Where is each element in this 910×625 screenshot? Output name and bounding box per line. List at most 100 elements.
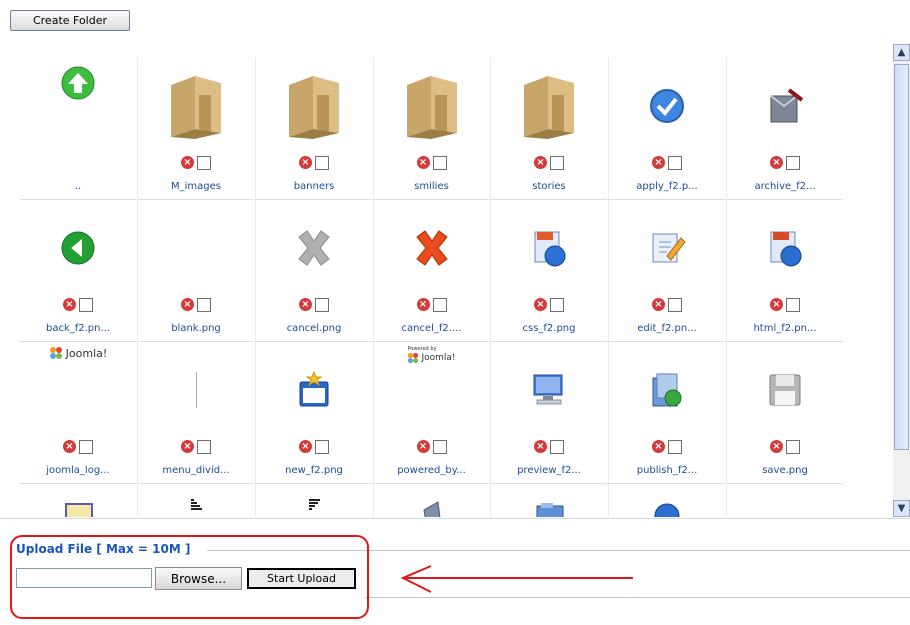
scroll-down-icon[interactable]: ▼ (893, 500, 910, 517)
delete-icon[interactable]: × (534, 440, 547, 453)
file-name[interactable]: edit_f2.pn... (609, 323, 725, 334)
grid-cell[interactable]: × back_f2.pn... (20, 200, 136, 342)
delete-icon[interactable]: × (770, 156, 783, 169)
grid-cell[interactable]: Joomla! × joomla_log... (20, 342, 136, 484)
delete-icon[interactable]: × (299, 298, 312, 311)
select-checkbox[interactable] (668, 440, 682, 454)
sort-desc-icon[interactable] (256, 484, 372, 517)
delete-icon[interactable]: × (652, 156, 665, 169)
folder-icon[interactable] (491, 58, 607, 153)
grid-cell[interactable] (255, 484, 372, 517)
delete-icon[interactable]: × (181, 440, 194, 453)
edit-icon[interactable] (609, 200, 725, 295)
vertical-scrollbar[interactable]: ▲ ▼ (893, 44, 910, 517)
select-checkbox[interactable] (550, 440, 564, 454)
grid-cell[interactable] (608, 484, 725, 517)
file-name[interactable]: stories (491, 181, 607, 192)
checkmark-icon[interactable] (609, 58, 725, 153)
file-name[interactable]: cancel.png (256, 323, 372, 334)
folder-icon[interactable] (256, 58, 372, 153)
file-name[interactable]: joomla_log... (20, 465, 136, 476)
grid-cell[interactable]: × css_f2.png (490, 200, 607, 342)
grid-cell[interactable]: × smilies (373, 58, 489, 200)
grid-cell[interactable]: × save.png (726, 342, 843, 484)
file-name[interactable]: css_f2.png (491, 323, 607, 334)
globe-icon[interactable] (609, 484, 725, 517)
file-name[interactable]: archive_f2... (727, 181, 843, 192)
browse-button[interactable]: Browse... (155, 567, 242, 590)
grid-cell[interactable] (490, 484, 607, 517)
back-arrow-icon[interactable] (20, 200, 136, 295)
delete-icon[interactable]: × (416, 298, 430, 311)
select-checkbox[interactable] (79, 440, 93, 454)
file-name[interactable]: smilies (374, 181, 489, 192)
red-x-icon[interactable] (374, 200, 489, 295)
delete-icon[interactable]: × (652, 440, 665, 453)
archive-icon[interactable] (727, 58, 843, 153)
grid-cell[interactable]: × stories (490, 58, 607, 200)
select-checkbox[interactable] (197, 298, 211, 312)
file-name[interactable]: menu_divid... (138, 465, 254, 476)
file-name[interactable]: banners (256, 181, 372, 192)
folder-icon[interactable] (138, 58, 254, 153)
grid-cell[interactable] (373, 484, 489, 517)
select-checkbox[interactable] (315, 156, 329, 170)
create-folder-button[interactable]: Create Folder (10, 10, 130, 31)
select-checkbox[interactable] (197, 440, 211, 454)
file-name[interactable]: save.png (727, 465, 843, 476)
select-checkbox[interactable] (550, 298, 564, 312)
file-name[interactable]: back_f2.pn... (20, 323, 136, 334)
delete-icon[interactable]: × (652, 298, 665, 311)
powered-by-icon[interactable]: Powered by Joomla! (374, 342, 489, 441)
gray-x-icon[interactable] (256, 200, 372, 295)
blank-icon[interactable] (727, 484, 843, 517)
select-checkbox[interactable] (786, 156, 800, 170)
select-checkbox[interactable] (315, 440, 329, 454)
delete-icon[interactable]: × (299, 440, 312, 453)
sort-asc-icon[interactable] (138, 484, 254, 517)
delete-icon[interactable]: × (181, 156, 194, 169)
file-name[interactable]: .. (20, 181, 136, 192)
grid-cell[interactable] (137, 484, 254, 517)
file-name[interactable]: M_images (138, 181, 254, 192)
folder-blue-icon[interactable] (491, 484, 607, 517)
select-checkbox[interactable] (315, 298, 329, 312)
blank-icon[interactable] (138, 200, 254, 295)
file-name[interactable]: powered_by... (374, 465, 489, 476)
grid-cell[interactable]: × preview_f2... (490, 342, 607, 484)
delete-icon[interactable]: × (534, 156, 547, 169)
new-icon[interactable] (256, 342, 372, 437)
up-arrow-icon[interactable] (20, 58, 136, 161)
grid-cell[interactable]: × menu_divid... (137, 342, 254, 484)
file-name[interactable]: publish_f2... (609, 465, 725, 476)
select-checkbox[interactable] (786, 298, 800, 312)
grid-cell[interactable]: .. (20, 58, 136, 200)
menu-divider-icon[interactable] (138, 342, 254, 437)
grid-cell[interactable]: × archive_f2... (726, 58, 843, 200)
delete-icon[interactable]: × (63, 298, 76, 311)
grid-cell[interactable]: × banners (255, 58, 372, 200)
folder-icon[interactable] (374, 58, 489, 153)
select-checkbox[interactable] (668, 298, 682, 312)
joomla-logo-icon[interactable]: Joomla! (20, 342, 136, 441)
scroll-up-icon[interactable]: ▲ (893, 44, 910, 61)
grid-cell[interactable] (20, 484, 136, 517)
grid-cell[interactable]: Powered by Joomla! × powered_by... (373, 342, 489, 484)
select-checkbox[interactable] (432, 440, 447, 454)
file-name[interactable]: blank.png (138, 323, 254, 334)
delete-icon[interactable]: × (770, 440, 783, 453)
css-globe-icon[interactable] (491, 200, 607, 295)
select-checkbox[interactable] (432, 298, 447, 312)
file-name[interactable]: preview_f2... (491, 465, 607, 476)
file-name[interactable]: apply_f2.p... (609, 181, 725, 192)
grid-cell[interactable]: × M_images (137, 58, 254, 200)
grid-cell[interactable]: × cancel_f2.... (373, 200, 489, 342)
select-checkbox[interactable] (668, 156, 682, 170)
upload-file-input[interactable] (16, 568, 152, 588)
document-icon[interactable] (20, 484, 136, 517)
floppy-icon[interactable] (727, 342, 843, 437)
select-checkbox[interactable] (79, 298, 93, 312)
file-name[interactable]: new_f2.png (256, 465, 372, 476)
grid-cell[interactable]: × edit_f2.pn... (608, 200, 725, 342)
select-checkbox[interactable] (197, 156, 211, 170)
